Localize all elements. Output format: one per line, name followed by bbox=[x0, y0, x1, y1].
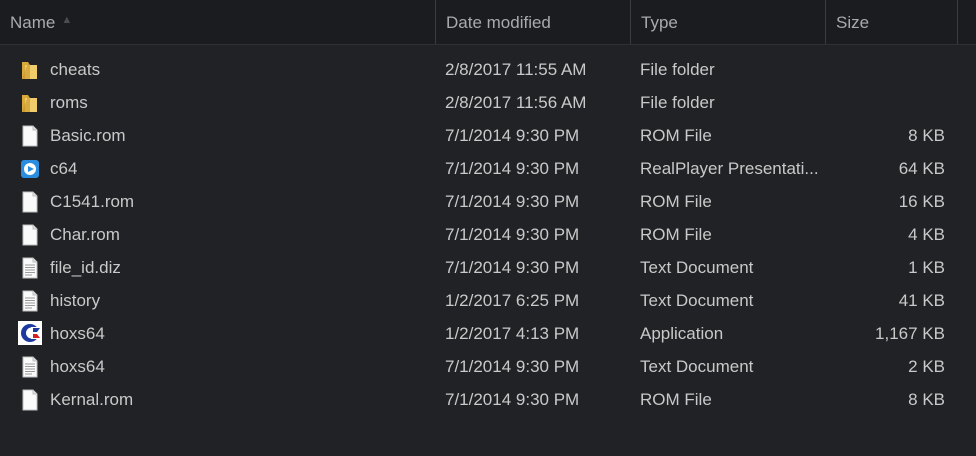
folder-icon bbox=[20, 92, 40, 114]
file-date-modified: 7/1/2014 9:30 PM bbox=[445, 357, 580, 376]
file-size: 1,167 KB bbox=[875, 324, 945, 343]
file-size: 64 KB bbox=[898, 159, 945, 178]
file-size: 8 KB bbox=[908, 390, 945, 409]
column-header-name-label: Name bbox=[10, 13, 56, 32]
column-header-name[interactable]: Name ▲ bbox=[0, 0, 436, 44]
text-file-icon bbox=[20, 257, 40, 279]
file-date-modified: 7/1/2014 9:30 PM bbox=[445, 258, 580, 277]
file-type: ROM File bbox=[640, 225, 712, 244]
folder-icon bbox=[20, 59, 40, 81]
text-file-icon bbox=[20, 290, 40, 312]
file-type: ROM File bbox=[640, 126, 712, 145]
file-name: Kernal.rom bbox=[50, 390, 134, 409]
file-row[interactable]: file_id.diz 7/1/2014 9:30 PM Text Document… bbox=[0, 251, 976, 284]
file-type: ROM File bbox=[640, 390, 712, 409]
file-type: ROM File bbox=[640, 192, 712, 211]
file-name: Char.rom bbox=[50, 225, 120, 244]
file-name: C1541.rom bbox=[50, 192, 135, 211]
file-type: Application bbox=[640, 324, 724, 343]
column-header-type-label: Type bbox=[641, 13, 678, 32]
commodore-app-icon bbox=[18, 321, 42, 345]
blank-file-icon bbox=[20, 389, 40, 411]
file-name: cheats bbox=[50, 60, 101, 79]
column-header-size[interactable]: Size bbox=[826, 0, 958, 44]
column-header-size-label: Size bbox=[836, 13, 870, 32]
file-type: File folder bbox=[640, 60, 715, 79]
file-type: Text Document bbox=[640, 291, 754, 310]
realplayer-file-icon bbox=[20, 158, 40, 180]
file-name: hoxs64 bbox=[50, 324, 105, 343]
file-size: 41 KB bbox=[898, 291, 945, 310]
blank-file-icon bbox=[20, 224, 40, 246]
file-type: File folder bbox=[640, 93, 715, 112]
file-date-modified: 7/1/2014 9:30 PM bbox=[445, 126, 580, 145]
file-size bbox=[830, 53, 945, 86]
file-row[interactable]: Char.rom 7/1/2014 9:30 PM ROM File 4 KB bbox=[0, 218, 976, 251]
file-name: Basic.rom bbox=[50, 126, 126, 145]
file-size bbox=[830, 86, 945, 119]
file-row[interactable]: cheats 2/8/2017 11:55 AM File folder bbox=[0, 53, 976, 86]
file-date-modified: 7/1/2014 9:30 PM bbox=[445, 192, 580, 211]
file-size: 4 KB bbox=[908, 225, 945, 244]
text-file-icon bbox=[20, 356, 40, 378]
file-type: RealPlayer Presentati... bbox=[640, 159, 819, 178]
file-date-modified: 2/8/2017 11:55 AM bbox=[445, 60, 587, 79]
file-row[interactable]: hoxs64 7/1/2014 9:30 PM Text Document 2 KB bbox=[0, 350, 976, 383]
file-date-modified: 1/2/2017 6:25 PM bbox=[445, 291, 580, 310]
file-size: 8 KB bbox=[908, 126, 945, 145]
file-date-modified: 7/1/2014 9:30 PM bbox=[445, 390, 580, 409]
column-header-type[interactable]: Type bbox=[631, 0, 826, 44]
file-row[interactable]: C1541.rom 7/1/2014 9:30 PM ROM File 16 KB bbox=[0, 185, 976, 218]
file-name: file_id.diz bbox=[50, 258, 121, 277]
file-size: 2 KB bbox=[908, 357, 945, 376]
file-type: Text Document bbox=[640, 357, 754, 376]
file-row[interactable]: roms 2/8/2017 11:56 AM File folder bbox=[0, 86, 976, 119]
file-size: 16 KB bbox=[898, 192, 945, 211]
file-date-modified: 7/1/2014 9:30 PM bbox=[445, 159, 580, 178]
file-row[interactable]: Basic.rom 7/1/2014 9:30 PM ROM File 8 KB bbox=[0, 119, 976, 152]
file-name: history bbox=[50, 291, 101, 310]
file-size: 1 KB bbox=[908, 258, 945, 277]
file-row[interactable]: history 1/2/2017 6:25 PM Text Document 41 K… bbox=[0, 284, 976, 317]
blank-file-icon bbox=[20, 191, 40, 213]
file-row[interactable]: hoxs64 1/2/2017 4:13 PM Application 1,167 K… bbox=[0, 317, 976, 350]
file-date-modified: 1/2/2017 4:13 PM bbox=[445, 324, 580, 343]
file-date-modified: 2/8/2017 11:56 AM bbox=[445, 93, 587, 112]
column-header-bar: Name ▲ Date modified Type Size bbox=[0, 0, 976, 45]
file-list: cheats 2/8/2017 11:55 AM File folder roms 2/… bbox=[0, 53, 976, 416]
file-row[interactable]: c64 7/1/2014 9:30 PM RealPlayer Presentati… bbox=[0, 152, 976, 185]
file-name: roms bbox=[50, 93, 88, 112]
column-header-date[interactable]: Date modified bbox=[436, 0, 631, 44]
file-type: Text Document bbox=[640, 258, 754, 277]
file-name: hoxs64 bbox=[50, 357, 105, 376]
file-row[interactable]: Kernal.rom 7/1/2014 9:30 PM ROM File 8 KB bbox=[0, 383, 976, 416]
sort-ascending-icon: ▲ bbox=[61, 14, 73, 26]
file-name: c64 bbox=[50, 159, 78, 178]
blank-file-icon bbox=[20, 125, 40, 147]
file-date-modified: 7/1/2014 9:30 PM bbox=[445, 225, 580, 244]
column-header-date-label: Date modified bbox=[446, 13, 551, 32]
